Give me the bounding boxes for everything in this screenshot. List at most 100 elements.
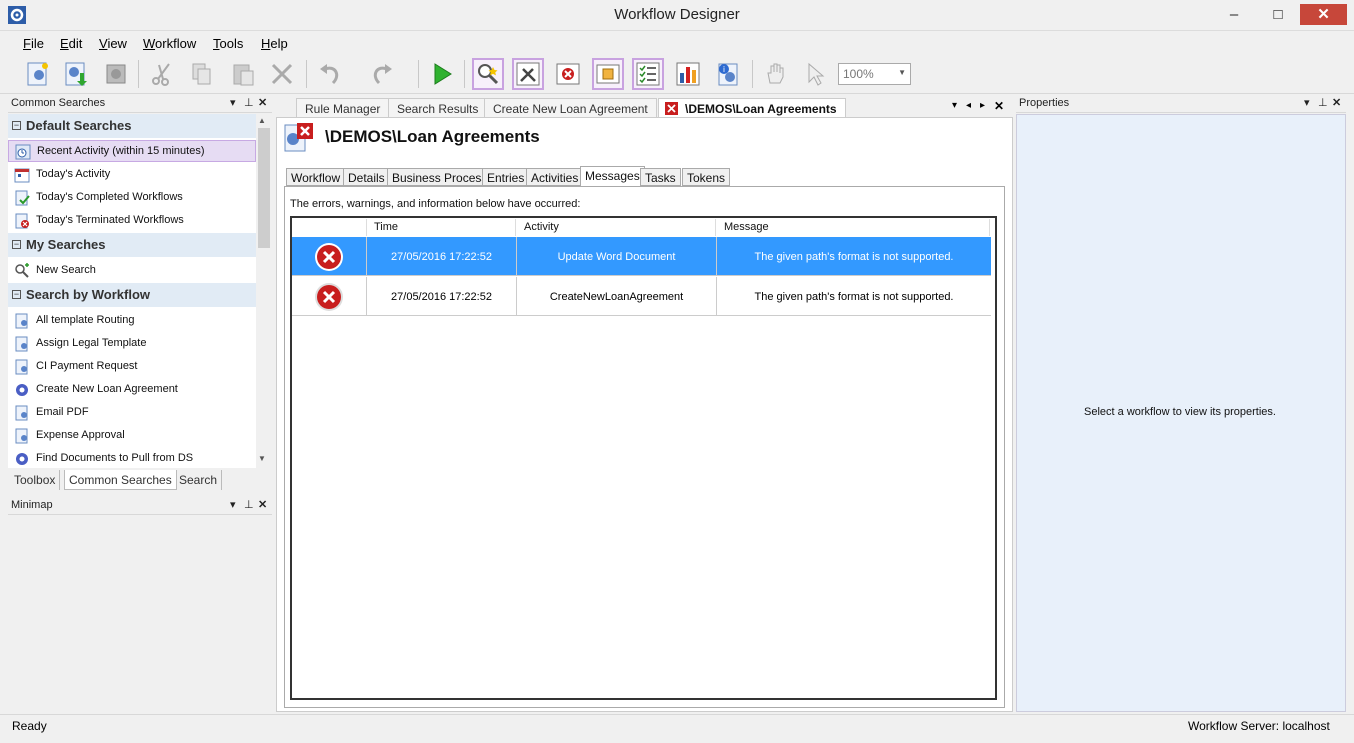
workflow-expense-approval[interactable]: Expense Approval <box>8 425 256 447</box>
toolbar-separator <box>752 60 753 88</box>
collapse-icon[interactable]: − <box>12 290 21 299</box>
completed-check-icon <box>15 190 30 206</box>
scroll-thumb[interactable] <box>258 128 270 248</box>
tasks-button[interactable] <box>632 58 664 90</box>
close-tab-icon[interactable]: ✕ <box>994 99 1004 113</box>
subtab-activities[interactable]: Activities <box>526 168 584 186</box>
pin-icon[interactable]: ⊥ <box>244 96 254 109</box>
tab-list-dropdown-icon[interactable]: ▾ <box>952 100 957 111</box>
column-header-message[interactable]: Message <box>718 219 990 236</box>
menu-help[interactable]: Help <box>261 36 288 51</box>
terminate-button[interactable] <box>552 58 584 90</box>
cut-button[interactable] <box>146 58 178 90</box>
doc-tab-loan-agreements[interactable]: \DEMOS\Loan Agreements <box>658 98 846 118</box>
calendar-icon <box>14 168 30 183</box>
subtab-tasks[interactable]: Tasks <box>640 168 681 186</box>
collapse-icon[interactable]: − <box>12 240 21 249</box>
rule-manager-button[interactable] <box>512 58 544 90</box>
menu-file[interactable]: File <box>23 36 44 51</box>
column-header-activity[interactable]: Activity <box>518 219 716 236</box>
workflow-assign-legal-template[interactable]: Assign Legal Template <box>8 333 256 355</box>
scroll-up-icon[interactable]: ▲ <box>258 116 266 125</box>
table-row[interactable]: 27/05/2016 17:22:52 Update Word Document… <box>292 237 991 276</box>
close-icon[interactable]: ✕ <box>1332 96 1341 109</box>
undo-button[interactable] <box>314 58 346 90</box>
checklist-icon <box>636 62 660 86</box>
close-button[interactable]: ✕ <box>1300 4 1347 25</box>
search-recent-activity[interactable]: Recent Activity (within 15 minutes) <box>8 140 256 162</box>
pan-button[interactable] <box>760 58 792 90</box>
subtab-workflow[interactable]: Workflow <box>286 168 346 186</box>
search-todays-completed[interactable]: Today's Completed Workflows <box>8 187 256 209</box>
workflow-ci-payment-request[interactable]: CI Payment Request <box>8 356 256 378</box>
left-scrollbar[interactable]: ▲ ▼ <box>256 114 272 468</box>
minimap-canvas[interactable] <box>8 515 272 712</box>
new-workflow-button[interactable] <box>22 58 54 90</box>
group-default-searches[interactable]: − Default Searches <box>8 114 256 138</box>
group-my-searches[interactable]: − My Searches <box>8 233 256 257</box>
tab-common-searches[interactable]: Common Searches <box>64 470 177 490</box>
download-icon <box>65 62 87 86</box>
tab-toolbox[interactable]: Toolbox <box>10 470 61 490</box>
tab-scroll-left-icon[interactable]: ◂ <box>966 100 971 111</box>
dropdown-icon[interactable]: ▾ <box>1304 96 1310 109</box>
minimize-button[interactable]: – <box>1211 0 1257 30</box>
group-search-by-workflow[interactable]: − Search by Workflow <box>8 283 256 307</box>
document-title: \DEMOS\Loan Agreements <box>325 127 540 146</box>
delete-button[interactable] <box>266 58 298 90</box>
menu-edit[interactable]: Edit <box>60 36 82 51</box>
download-workflow-button[interactable] <box>60 58 92 90</box>
collapse-icon[interactable]: − <box>12 121 21 130</box>
search-todays-terminated[interactable]: Today's Terminated Workflows <box>8 210 256 232</box>
row-message: The given path's format is not supported… <box>754 290 954 303</box>
row-time: 27/05/2016 17:22:52 <box>367 237 517 276</box>
menu-view[interactable]: View <box>99 36 127 51</box>
error-icon <box>315 282 343 311</box>
zoom-value: 100% <box>843 67 874 81</box>
workflow-all-template-routing[interactable]: All template Routing <box>8 310 256 332</box>
dropdown-icon[interactable]: ▾ <box>230 96 236 109</box>
doc-tab-rule-manager[interactable]: Rule Manager <box>296 98 390 118</box>
redo-button[interactable] <box>366 58 398 90</box>
select-button[interactable] <box>800 58 832 90</box>
subtab-tokens[interactable]: Tokens <box>682 168 731 186</box>
error-icon <box>315 242 343 271</box>
tab-search[interactable]: Search <box>175 470 223 490</box>
menu-tools[interactable]: Tools <box>213 36 243 51</box>
business-process-button[interactable] <box>592 58 624 90</box>
subtab-details[interactable]: Details <box>343 168 390 186</box>
search-todays-activity[interactable]: Today's Activity <box>8 164 256 186</box>
workflow-email-pdf[interactable]: Email PDF <box>8 402 256 424</box>
workflow-info-button[interactable]: i <box>712 58 744 90</box>
publish-button[interactable] <box>100 58 132 90</box>
tools-icon <box>516 62 540 86</box>
workflow-find-documents[interactable]: Find Documents to Pull from DS <box>8 448 256 468</box>
doc-tab-search-results[interactable]: Search Results <box>388 98 488 118</box>
copy-button[interactable] <box>186 58 218 90</box>
subtab-business-process[interactable]: Business Process <box>387 168 493 186</box>
workflow-create-new-loan-agreement[interactable]: Create New Loan Agreement <box>8 379 256 401</box>
pin-icon[interactable]: ⊥ <box>244 498 254 511</box>
table-row[interactable]: 27/05/2016 17:22:52 CreateNewLoanAgreeme… <box>292 277 991 316</box>
dropdown-icon[interactable]: ▾ <box>230 498 236 511</box>
pin-icon[interactable]: ⊥ <box>1318 96 1328 109</box>
menu-workflow[interactable]: Workflow <box>143 36 196 51</box>
search-results-button[interactable] <box>472 58 504 90</box>
subtab-messages[interactable]: Messages <box>580 166 645 186</box>
maximize-button[interactable]: □ <box>1255 0 1301 30</box>
column-header-icon[interactable] <box>292 219 367 236</box>
run-button[interactable] <box>426 58 458 90</box>
column-header-time[interactable]: Time <box>368 219 516 236</box>
tab-scroll-right-icon[interactable]: ▸ <box>980 100 985 111</box>
row-icon-cell <box>292 277 367 316</box>
paste-button[interactable] <box>227 58 259 90</box>
close-icon[interactable]: ✕ <box>258 96 267 109</box>
subtab-entries[interactable]: Entries <box>482 168 530 186</box>
search-new-search[interactable]: New Search <box>8 260 256 282</box>
scroll-down-icon[interactable]: ▼ <box>258 454 266 463</box>
info-gear-icon: i <box>718 63 738 86</box>
close-icon[interactable]: ✕ <box>258 498 267 511</box>
zoom-select[interactable]: 100% ▼ <box>838 63 911 85</box>
doc-tab-create-new-loan[interactable]: Create New Loan Agreement <box>484 98 657 118</box>
reports-button[interactable] <box>672 58 704 90</box>
